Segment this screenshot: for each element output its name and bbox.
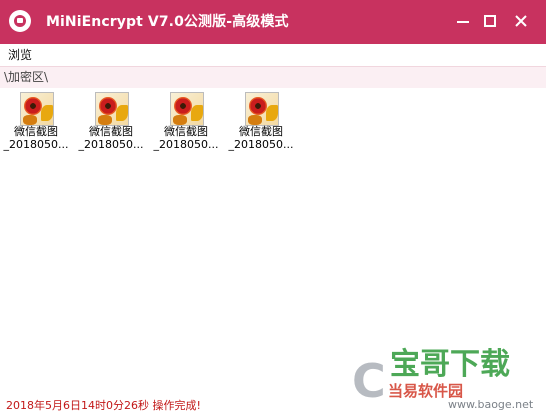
image-file-icon <box>245 92 279 126</box>
title-bar[interactable]: MiNiEncrypt V7.0公测版-高级模式 <box>0 0 546 44</box>
current-path: \加密区\ <box>4 70 49 84</box>
minimize-icon <box>457 21 469 23</box>
menu-bar: 浏览 <box>0 44 546 66</box>
file-name: 微信截图 <box>14 125 58 138</box>
file-name: 微信截图 <box>239 125 283 138</box>
file-name-suffix: _2018050... <box>228 138 294 151</box>
close-button[interactable] <box>505 0 537 44</box>
file-name-suffix: _2018050... <box>153 138 219 151</box>
image-file-icon <box>170 92 204 126</box>
file-list[interactable]: 微信截图 _2018050... 微信截图 _2018050... 微信截图 _… <box>0 88 546 378</box>
status-bar: 2018年5月6日14时0分26秒 操作完成! <box>0 396 546 417</box>
file-item[interactable]: 微信截图 _2018050... <box>152 92 220 152</box>
app-window: MiNiEncrypt V7.0公测版-高级模式 浏览 \加密区\ 微信截图 _… <box>0 0 546 417</box>
app-lock-icon <box>9 10 31 32</box>
file-name-suffix: _2018050... <box>3 138 69 151</box>
file-name-suffix: _2018050... <box>78 138 144 151</box>
status-message: 2018年5月6日14时0分26秒 操作完成! <box>6 399 201 412</box>
path-bar: \加密区\ <box>0 66 546 88</box>
file-item[interactable]: 微信截图 _2018050... <box>77 92 145 152</box>
maximize-icon <box>484 15 496 27</box>
menu-item-browse[interactable]: 浏览 <box>8 48 32 62</box>
file-item[interactable]: 微信截图 _2018050... <box>2 92 70 152</box>
maximize-button[interactable] <box>474 0 506 44</box>
close-icon <box>515 15 527 27</box>
image-file-icon <box>95 92 129 126</box>
file-item[interactable]: 微信截图 _2018050... <box>227 92 295 152</box>
file-name: 微信截图 <box>89 125 133 138</box>
image-file-icon <box>20 92 54 126</box>
window-title: MiNiEncrypt V7.0公测版-高级模式 <box>46 14 289 30</box>
file-name: 微信截图 <box>164 125 208 138</box>
